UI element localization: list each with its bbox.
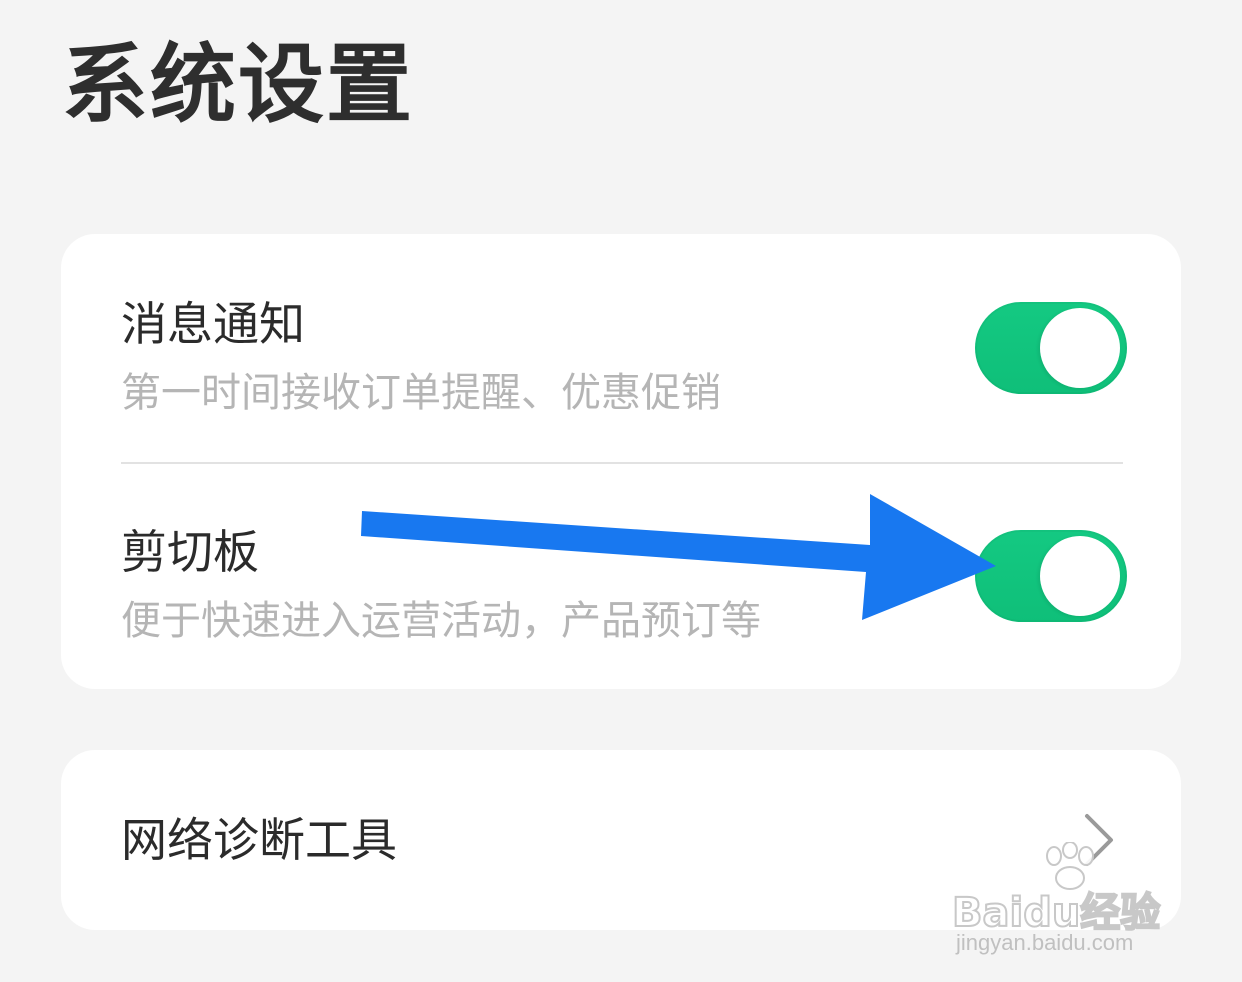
setting-title: 剪切板: [121, 525, 259, 579]
toggle-knob: [1040, 536, 1120, 616]
setting-title: 消息通知: [121, 297, 305, 351]
tool-title: 网络诊断工具: [121, 813, 397, 867]
setting-row-clipboard[interactable]: 剪切板 便于快速进入运营活动，产品预订等: [61, 462, 1181, 689]
page-title: 系统设置: [62, 35, 414, 135]
toggle-knob: [1040, 308, 1120, 388]
setting-description: 第一时间接收订单提醒、优惠促销: [121, 370, 721, 416]
notifications-toggle[interactable]: [975, 302, 1127, 394]
watermark-url: jingyan.baidu.com: [956, 930, 1134, 955]
settings-card: 消息通知 第一时间接收订单提醒、优惠促销 剪切板 便于快速进入运营活动，产品预订…: [61, 234, 1181, 689]
setting-row-notifications[interactable]: 消息通知 第一时间接收订单提醒、优惠促销: [61, 234, 1181, 462]
setting-description: 便于快速进入运营活动，产品预订等: [121, 598, 761, 644]
clipboard-toggle[interactable]: [975, 530, 1127, 622]
baidu-jingyan-watermark: Baidu经验 jingyan.baidu.com: [951, 842, 1192, 962]
